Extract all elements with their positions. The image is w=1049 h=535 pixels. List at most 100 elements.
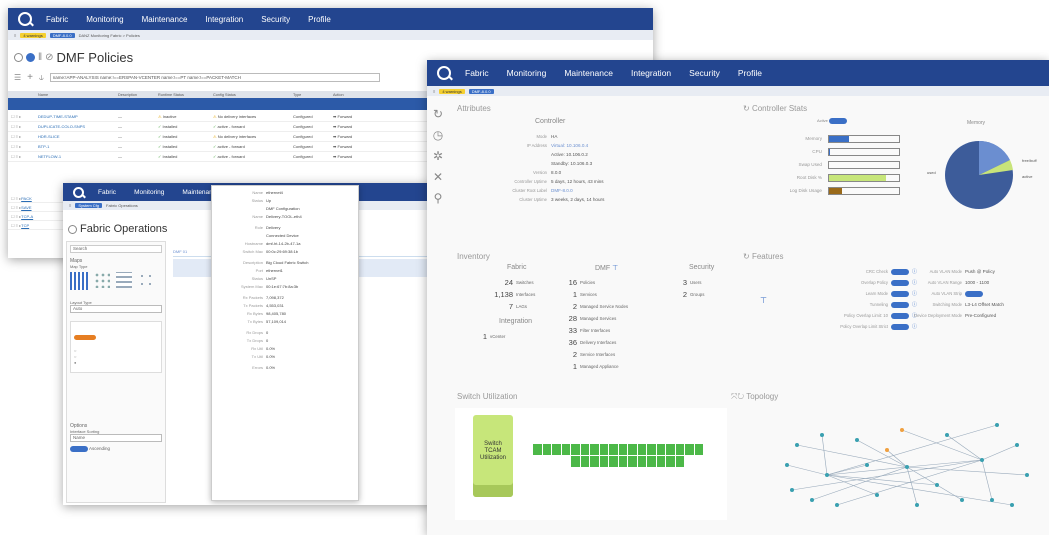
topology-node[interactable] bbox=[835, 503, 839, 507]
fabric-menu-icon[interactable]: ≡ bbox=[69, 203, 71, 208]
table-row[interactable]: ☐ ≡ ▸ HDR-SLICE — ✓ Installed ⚠ No delivery … bbox=[8, 132, 428, 142]
util-cell[interactable] bbox=[647, 444, 656, 455]
util-cell[interactable] bbox=[580, 456, 589, 467]
policy-name[interactable]: TCP bbox=[21, 223, 29, 228]
dnav-monitoring[interactable]: Monitoring bbox=[507, 68, 547, 78]
fnav-monitoring[interactable]: Monitoring bbox=[134, 189, 164, 196]
topology-node[interactable] bbox=[1025, 473, 1029, 477]
util-cell[interactable] bbox=[580, 444, 589, 455]
filter-input[interactable]: name:!APP-ANALYSIS name:!==ERSPAN-VCENTE… bbox=[49, 73, 380, 82]
col-config[interactable]: Config Status bbox=[213, 93, 293, 97]
dnav-maintenance[interactable]: Maintenance bbox=[564, 68, 613, 78]
topology-node[interactable] bbox=[820, 433, 824, 437]
inventory-item[interactable]: 2 Managed Service Nodes bbox=[559, 300, 628, 312]
sorting-select[interactable]: Name bbox=[70, 434, 162, 442]
nav-profile[interactable]: Profile bbox=[308, 15, 331, 24]
dash-menu-icon[interactable]: ≡ bbox=[433, 89, 435, 94]
policy-name[interactable]: PACK bbox=[21, 196, 32, 201]
topology-node[interactable] bbox=[825, 473, 829, 477]
fabric-refresh-icon[interactable] bbox=[68, 224, 77, 234]
policy-name[interactable]: DUPLICATE-COLO-SNPS bbox=[38, 124, 118, 129]
util-cell[interactable] bbox=[599, 456, 608, 467]
row-checkbox[interactable]: ☐ ≡ ▸ bbox=[11, 205, 21, 210]
topology-node[interactable] bbox=[905, 465, 909, 469]
dnav-security[interactable]: Security bbox=[689, 68, 720, 78]
nav-integration[interactable]: Integration bbox=[205, 15, 243, 24]
nav-maintenance[interactable]: Maintenance bbox=[142, 15, 188, 24]
mode-toggle[interactable] bbox=[965, 290, 983, 297]
topology-node[interactable] bbox=[865, 463, 869, 467]
row-checkbox[interactable]: ☐ ≡ ▸ bbox=[11, 134, 38, 139]
util-cell[interactable] bbox=[533, 444, 542, 455]
util-cell[interactable] bbox=[552, 444, 561, 455]
col-name[interactable]: Name bbox=[38, 93, 118, 97]
util-cell[interactable] bbox=[637, 444, 646, 455]
util-cell[interactable] bbox=[618, 456, 627, 467]
util-cell[interactable] bbox=[590, 456, 599, 467]
table-row[interactable]: ☐ ≡ ▸ TCP-A bbox=[8, 212, 68, 221]
col-action[interactable]: Action bbox=[333, 93, 373, 97]
topology-node[interactable] bbox=[795, 443, 799, 447]
tile-map-icon[interactable] bbox=[116, 272, 132, 288]
topology-node[interactable] bbox=[810, 498, 814, 502]
inventory-item[interactable]: 36 Delivery Interfaces bbox=[559, 336, 628, 348]
inventory-item[interactable]: 1,138 Interfaces bbox=[489, 288, 535, 300]
col-type[interactable]: Type bbox=[293, 93, 333, 97]
inventory-item[interactable]: 1 Services bbox=[559, 288, 628, 300]
topology-node[interactable] bbox=[995, 423, 999, 427]
grid-map-icon[interactable] bbox=[94, 272, 110, 288]
inventory-item[interactable]: 33 Filter Interfaces bbox=[559, 324, 628, 336]
table-row[interactable]: ☐ ≡ ▸ SAVE bbox=[8, 203, 68, 212]
row-checkbox[interactable]: ☐ ≡ ▸ bbox=[11, 154, 38, 159]
nav-security[interactable]: Security bbox=[261, 15, 290, 24]
inventory-item[interactable]: 24 Switches bbox=[489, 276, 535, 288]
util-cell[interactable] bbox=[666, 456, 675, 467]
util-cell[interactable] bbox=[628, 444, 637, 455]
inventory-item[interactable]: 2 Service Interfaces bbox=[559, 348, 628, 360]
topology-node[interactable] bbox=[990, 498, 994, 502]
util-cell[interactable] bbox=[656, 444, 665, 455]
breadcrumb[interactable]: DANZ Monitoring Fabric > Policies bbox=[79, 33, 140, 38]
util-cell[interactable] bbox=[637, 456, 646, 467]
policy-name[interactable]: SAVE bbox=[21, 205, 31, 210]
fabric-search[interactable]: Search bbox=[70, 245, 162, 253]
topology-node[interactable] bbox=[785, 463, 789, 467]
topology-node[interactable] bbox=[855, 438, 859, 442]
table-row[interactable]: ☐ ≡ ▸ PACK bbox=[8, 194, 68, 203]
row-checkbox[interactable]: ☐ ≡ ▸ bbox=[11, 124, 38, 129]
util-cell[interactable] bbox=[542, 444, 551, 455]
policy-name[interactable]: BTP-1 bbox=[38, 144, 118, 149]
table-row[interactable]: ☐ ≡ ▸ TCP bbox=[8, 221, 68, 230]
inventory-item[interactable]: 1 Managed Appliance bbox=[559, 360, 628, 372]
util-cell[interactable] bbox=[675, 444, 684, 455]
topology-node[interactable] bbox=[790, 488, 794, 492]
row-checkbox[interactable]: ☐ ≡ ▸ bbox=[11, 223, 21, 228]
menu-icon[interactable]: ≡ bbox=[14, 33, 16, 38]
util-cell[interactable] bbox=[628, 456, 637, 467]
attribute-value[interactable]: DMF-8.0.0 bbox=[551, 188, 573, 193]
util-cell[interactable] bbox=[694, 444, 703, 455]
util-cell[interactable] bbox=[656, 456, 665, 467]
util-cell[interactable] bbox=[666, 444, 675, 455]
topology-node[interactable] bbox=[960, 498, 964, 502]
dash-logo-icon[interactable] bbox=[437, 66, 451, 80]
dnav-profile[interactable]: Profile bbox=[738, 68, 762, 78]
topology-node[interactable] bbox=[875, 493, 879, 497]
dnav-integration[interactable]: Integration bbox=[631, 68, 671, 78]
policy-name[interactable]: DEDUP-TIME-STAMP bbox=[38, 114, 118, 119]
refresh-icon[interactable] bbox=[14, 53, 23, 62]
pause-icon[interactable]: ‖ bbox=[38, 52, 42, 63]
legend-toggle[interactable] bbox=[74, 335, 96, 340]
active-toggle[interactable] bbox=[829, 118, 848, 124]
ascending-toggle[interactable] bbox=[70, 446, 88, 452]
topology-node[interactable] bbox=[915, 503, 919, 507]
inventory-item[interactable]: 2 Groups bbox=[677, 288, 705, 300]
radio-group[interactable]: ○ ○ ● bbox=[74, 348, 158, 366]
util-cell[interactable] bbox=[599, 444, 608, 455]
inventory-item[interactable]: 3 Users bbox=[677, 276, 704, 288]
table-row[interactable]: ☐ ≡ ▸ DUPLICATE-COLO-SNPS — ✓ Installed ✓ ac… bbox=[8, 122, 428, 132]
table-row[interactable]: ☐ ≡ ▸ NETFLOW-1— ✓ Installed ✓ active - for… bbox=[8, 152, 428, 162]
list-icon[interactable]: ☰ bbox=[14, 73, 21, 82]
util-cell[interactable] bbox=[609, 456, 618, 467]
info-icon[interactable]: ⓘ bbox=[912, 323, 917, 330]
